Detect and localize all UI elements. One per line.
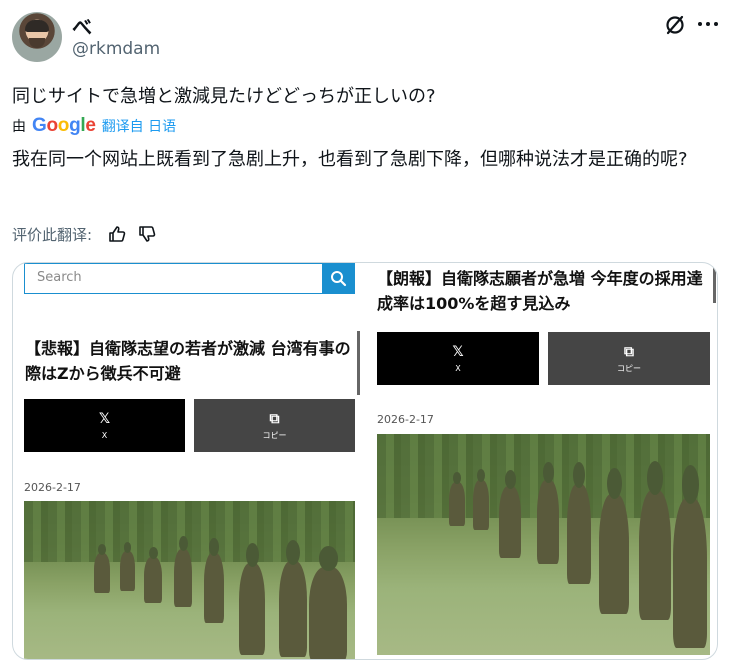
- display-name[interactable]: べ: [72, 11, 92, 40]
- soldiers-photo-right: [377, 434, 710, 655]
- x-icon: 𝕏: [452, 344, 464, 360]
- headline-right: 【朗報】自衛隊志願者が急増 今年度の採用達成率は100%を超す見込み: [377, 269, 703, 313]
- user-handle[interactable]: @rkmdam: [72, 39, 160, 59]
- search-button: [322, 263, 355, 294]
- date-right: 2026-2-17: [377, 413, 434, 426]
- avatar-cap: [25, 20, 49, 32]
- copy-button-left: ⧉ コピー: [194, 399, 355, 452]
- thumbs-down-icon[interactable]: [136, 223, 158, 245]
- x-icon: 𝕏: [98, 411, 111, 427]
- avatar-beard: [29, 38, 45, 48]
- more-options-icon[interactable]: [698, 22, 718, 28]
- copy-icon: ⧉: [624, 344, 634, 360]
- scrollbar-left: [357, 331, 360, 395]
- thumbs-up-icon[interactable]: [106, 223, 128, 245]
- google-logo: Google: [32, 115, 96, 136]
- headline-left: 【悲報】自衛隊志望の若者が激減 台湾有事の際はZから徴兵不可避: [25, 339, 351, 383]
- grok-icon[interactable]: [664, 14, 686, 36]
- translation-source: 由 Google 翻译自 日语: [12, 115, 176, 136]
- rate-translation-row: 评价此翻译:: [12, 223, 158, 245]
- translate-language-link[interactable]: 翻译自 日语: [102, 116, 176, 136]
- search-field: Search: [24, 263, 355, 294]
- x-share-button-left: 𝕏 X: [24, 399, 185, 452]
- scrollbar-right: [713, 263, 716, 303]
- media-card[interactable]: Search 【悲報】自衛隊志望の若者が激減 台湾有事の際はZから徴兵不可避 𝕏…: [12, 262, 718, 660]
- search-icon: [331, 271, 347, 287]
- rate-translation-label: 评价此翻译:: [12, 225, 93, 244]
- translated-by-label: 由: [12, 119, 26, 135]
- x-share-button-right: 𝕏 X: [377, 332, 539, 385]
- media-image-right[interactable]: 【朗報】自衛隊志願者が急増 今年度の採用達成率は100%を超す見込み 𝕏 X ⧉…: [367, 263, 717, 659]
- copy-button-right: ⧉ コピー: [548, 332, 710, 385]
- soldiers-photo-left: [24, 501, 355, 659]
- copy-icon: ⧉: [269, 411, 280, 427]
- search-placeholder: Search: [37, 270, 82, 285]
- avatar[interactable]: [12, 12, 62, 62]
- translated-text: 我在同一个网站上既看到了急剧上升，也看到了急剧下降，但哪种说法才是正确的呢?: [12, 149, 688, 170]
- media-image-left[interactable]: Search 【悲報】自衛隊志望の若者が激減 台湾有事の際はZから徴兵不可避 𝕏…: [13, 263, 365, 659]
- date-left: 2026-2-17: [24, 481, 81, 494]
- tweet-text: 同じサイトで急増と激減見たけどどっちが正しいの?: [12, 86, 436, 107]
